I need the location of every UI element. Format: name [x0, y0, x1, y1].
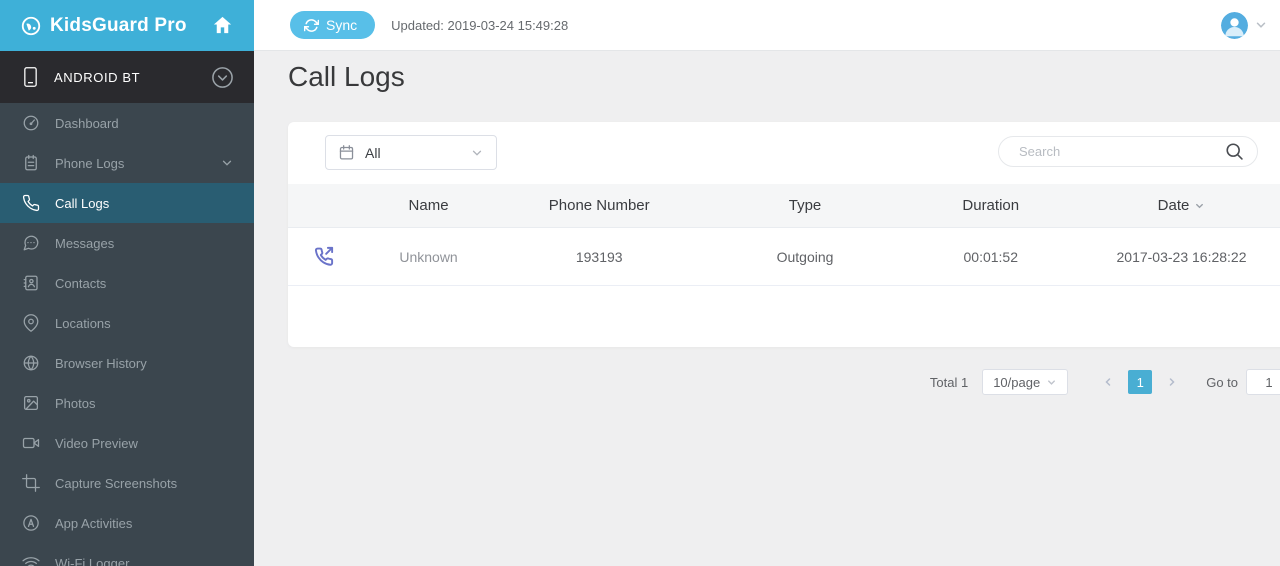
main-content: Call Logs All Search Name Phone Number T…	[254, 51, 1280, 566]
app-activities-icon	[22, 514, 40, 532]
sidebar-item-phone-logs[interactable]: Phone Logs	[0, 143, 254, 183]
sidebar-item-browser-history[interactable]: Browser History	[0, 343, 254, 383]
goto-page-label: Go to	[1206, 374, 1238, 390]
date-sort-chevron-icon[interactable]	[1194, 200, 1205, 211]
refresh-icon	[304, 18, 319, 33]
type-cell: Outgoing	[776, 248, 834, 265]
brand-name: KidsGuard Pro	[50, 14, 187, 36]
sidebar-item-photos[interactable]: Photos	[0, 383, 254, 423]
date-column-label: Date	[1157, 197, 1190, 214]
smartphone-icon	[22, 66, 39, 88]
sidebar-item-label: Call Logs	[55, 195, 110, 211]
brand-logo: KidsGuard Pro	[20, 15, 187, 37]
capture-screenshots-icon	[22, 474, 40, 492]
pagination-total: Total 1	[929, 374, 969, 390]
page-title: Call Logs	[288, 61, 405, 92]
sidebar-item-locations[interactable]: Locations	[0, 303, 254, 343]
contacts-icon	[22, 274, 40, 292]
brand-header: KidsGuard Pro	[0, 0, 254, 51]
user-avatar[interactable]	[1221, 11, 1248, 39]
sidebar-item-capture-screenshots[interactable]: Capture Screenshots	[0, 463, 254, 503]
messages-icon	[22, 234, 40, 252]
sidebar: ANDROID BT Dashboard Phone Logs Call Log…	[0, 51, 254, 566]
name-cell: Unknown	[399, 248, 458, 265]
sidebar-item-call-logs[interactable]: Call Logs	[0, 183, 254, 223]
date-column-header[interactable]: Date	[1071, 197, 1280, 214]
date-cell: 2017-03-23 16:28:22	[1116, 248, 1247, 265]
table-row[interactable]: Unknown 193193 Outgoing 00:01:52 2017-03…	[288, 228, 1280, 286]
type-column-header: Type	[788, 197, 822, 214]
topbar: Sync Updated: 2019-03-24 15:49:28	[254, 0, 1280, 51]
sidebar-item-video-preview[interactable]: Video Preview	[0, 423, 254, 463]
prev-page-icon[interactable]	[1096, 376, 1120, 388]
sidebar-item-wifi-logger[interactable]: Wi-Fi Logger	[0, 543, 254, 566]
device-name: ANDROID BT	[54, 69, 141, 85]
goto-page-input[interactable]	[1246, 369, 1280, 395]
sidebar-item-dashboard[interactable]: Dashboard	[0, 103, 254, 143]
sidebar-item-label: Phone Logs	[55, 155, 125, 171]
per-page-dropdown[interactable]: 10/page	[982, 369, 1069, 395]
sidebar-item-label: Messages	[55, 235, 115, 251]
phone-logs-icon	[22, 154, 40, 172]
sidebar-item-label: App Activities	[55, 515, 133, 531]
per-page-chevron-down-icon	[1046, 377, 1057, 388]
sidebar-item-label: Contacts	[55, 275, 107, 291]
browser-history-icon	[22, 354, 40, 372]
home-icon[interactable]	[211, 14, 234, 37]
search-input[interactable]	[1019, 144, 1224, 159]
kidsguard-logo-icon	[20, 15, 42, 37]
search-box	[998, 136, 1258, 167]
call-logs-table: Name Phone Number Type Duration Date Unk…	[288, 184, 1280, 286]
sidebar-item-label: Browser History	[55, 355, 147, 371]
phone-column-header: Phone Number	[548, 197, 650, 214]
phone-cell: 193193	[575, 248, 623, 265]
pagination: Total 1 10/page 1 Go to	[930, 368, 1280, 396]
sidebar-item-messages[interactable]: Messages	[0, 223, 254, 263]
calendar-icon	[338, 144, 355, 161]
sidebar-item-app-activities[interactable]: App Activities	[0, 503, 254, 543]
call-logs-card: All Name Phone Number Type Duration	[288, 122, 1280, 347]
sidebar-item-label: Dashboard	[55, 115, 119, 131]
last-updated-text: Updated: 2019-03-24 15:49:28	[391, 17, 569, 33]
table-header-row: Name Phone Number Type Duration Date	[288, 184, 1280, 228]
date-filter-value: All	[365, 144, 381, 161]
device-selector[interactable]: ANDROID BT	[0, 51, 254, 103]
next-page-icon[interactable]	[1160, 376, 1184, 388]
name-column-header: Name	[408, 197, 449, 214]
phone-logs-chevron-down-icon[interactable]	[220, 156, 234, 170]
sidebar-item-label: Video Preview	[55, 435, 138, 451]
sidebar-item-label: Photos	[55, 395, 96, 411]
call-logs-icon	[22, 194, 40, 212]
duration-column-header: Duration	[962, 197, 1020, 214]
current-page-button[interactable]: 1	[1128, 370, 1153, 394]
wifi-logger-icon	[22, 554, 40, 566]
per-page-value: 10/page	[993, 374, 1041, 390]
outgoing-call-icon	[312, 245, 335, 268]
sidebar-menu: Dashboard Phone Logs Call Logs Messages …	[0, 103, 254, 566]
sync-button-label: Sync	[326, 17, 358, 33]
device-chevron-circle-icon[interactable]	[211, 66, 234, 89]
sidebar-item-label: Capture Screenshots	[55, 475, 178, 491]
dashboard-icon	[22, 114, 40, 132]
date-filter-dropdown[interactable]: All	[325, 135, 497, 170]
sidebar-item-contacts[interactable]: Contacts	[0, 263, 254, 303]
search-icon[interactable]	[1224, 141, 1245, 162]
filter-chevron-down-icon	[470, 146, 484, 160]
sync-button[interactable]: Sync	[290, 11, 376, 39]
duration-cell: 00:01:52	[963, 248, 1019, 265]
video-preview-icon	[22, 434, 40, 452]
sidebar-item-label: Locations	[55, 315, 111, 331]
call-direction-cell	[288, 245, 358, 268]
account-chevron-down-icon[interactable]	[1254, 18, 1268, 32]
photos-icon	[22, 394, 40, 412]
sidebar-item-label: Wi-Fi Logger	[55, 555, 130, 566]
locations-icon	[22, 314, 40, 332]
